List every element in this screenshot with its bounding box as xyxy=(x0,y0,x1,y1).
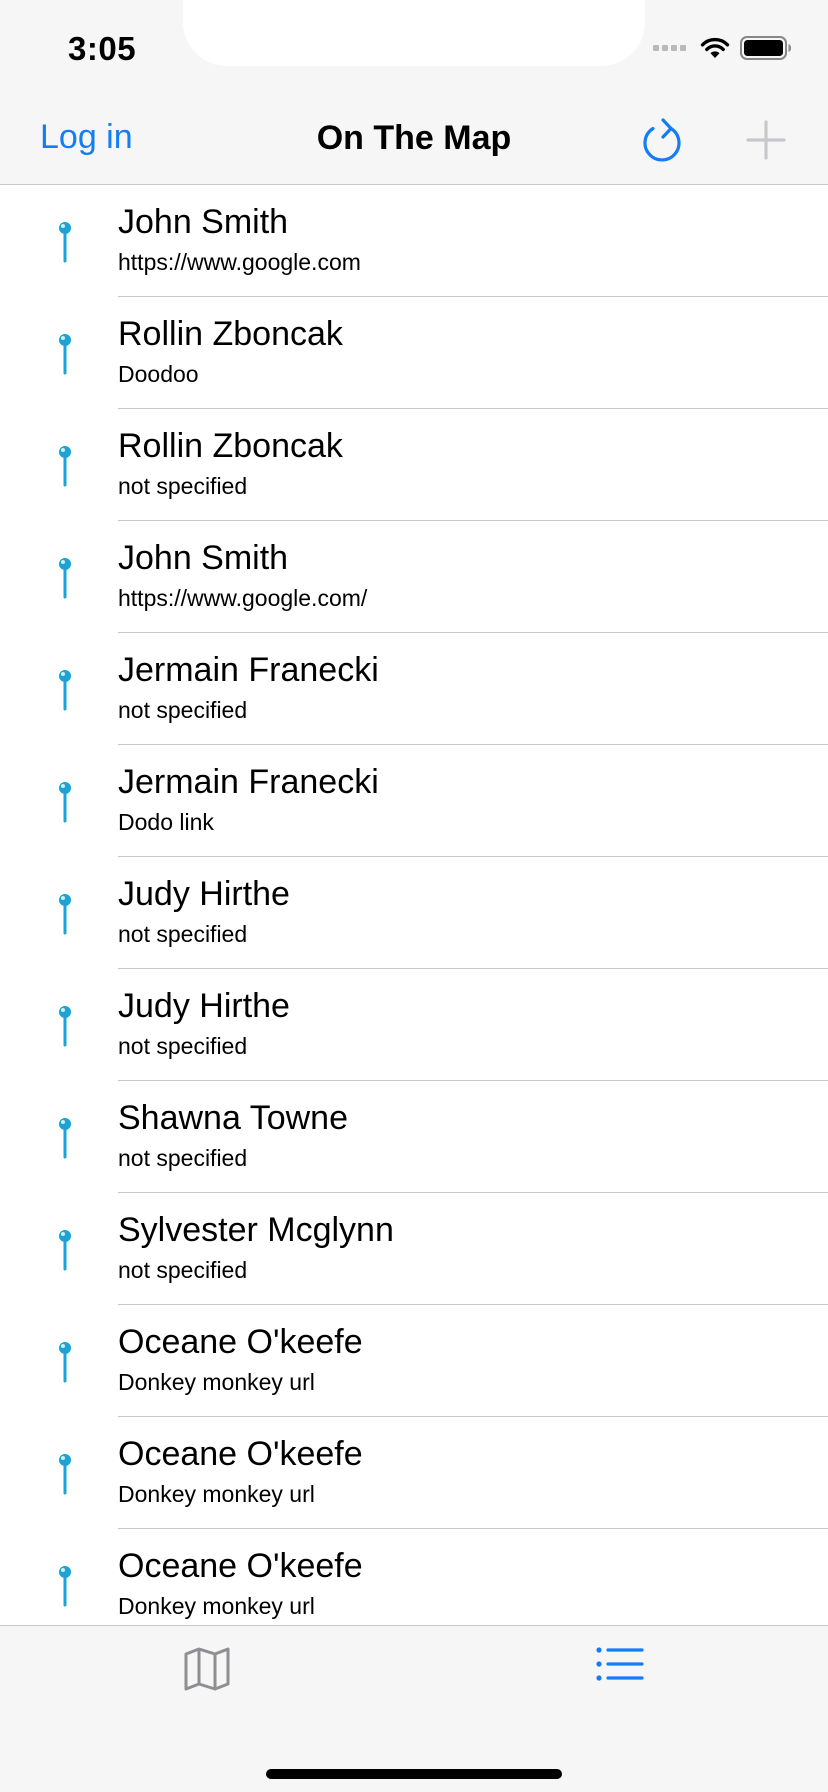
map-pin-icon xyxy=(54,1115,76,1159)
student-name: Oceane O'keefe xyxy=(118,1323,363,1361)
list-item[interactable]: Oceane O'keefe Donkey monkey url xyxy=(0,1529,828,1625)
student-link: not specified xyxy=(118,473,248,499)
student-link: not specified xyxy=(118,1257,248,1283)
student-name: John Smith xyxy=(118,203,289,241)
status-indicators xyxy=(653,36,792,60)
student-link: https://www.google.com/ xyxy=(118,585,368,611)
cellular-signal-icon xyxy=(653,45,686,51)
student-link: Dodo link xyxy=(118,809,214,835)
top-bar: 3:05 Log in On The Map xyxy=(0,0,828,185)
student-name: Jermain Franecki xyxy=(118,651,379,689)
home-indicator[interactable] xyxy=(266,1769,562,1779)
student-list: John Smith https://www.google.com Rollin Z… xyxy=(0,185,828,1625)
list-item[interactable]: Rollin Zboncak not specified xyxy=(0,409,828,521)
student-name: Judy Hirthe xyxy=(118,987,290,1025)
status-time: 3:05 xyxy=(68,30,137,67)
student-name: Sylvester Mcglynn xyxy=(118,1211,394,1249)
tab-bar xyxy=(0,1625,828,1792)
map-pin-icon xyxy=(54,1227,76,1271)
student-name: Oceane O'keefe xyxy=(118,1547,363,1585)
student-name: Oceane O'keefe xyxy=(118,1435,363,1473)
device-notch xyxy=(183,0,645,66)
student-link: Donkey monkey url xyxy=(118,1369,315,1395)
student-link: not specified xyxy=(118,1145,248,1171)
refresh-icon[interactable] xyxy=(640,112,688,166)
student-name: John Smith xyxy=(118,539,289,577)
map-pin-icon xyxy=(54,1003,76,1047)
list-item[interactable]: Judy Hirthe not specified xyxy=(0,857,828,969)
student-name: Rollin Zboncak xyxy=(118,427,343,465)
map-pin-icon xyxy=(54,1563,76,1607)
map-pin-icon xyxy=(54,891,76,935)
list-item[interactable]: Oceane O'keefe Donkey monkey url xyxy=(0,1305,828,1417)
student-name: Shawna Towne xyxy=(118,1099,348,1137)
list-item[interactable]: John Smith https://www.google.com xyxy=(0,185,828,297)
list-item[interactable]: Rollin Zboncak Doodoo xyxy=(0,297,828,409)
student-name: Rollin Zboncak xyxy=(118,315,343,353)
student-link: not specified xyxy=(118,697,248,723)
battery-icon xyxy=(740,36,791,60)
map-pin-icon xyxy=(54,1339,76,1383)
student-link: https://www.google.com xyxy=(118,249,361,275)
student-link: Donkey monkey url xyxy=(118,1593,315,1619)
page-title: On The Map xyxy=(316,119,512,157)
screen: 3:05 Log in On The Map John Smith https:… xyxy=(0,0,828,1792)
map-icon[interactable] xyxy=(183,1646,231,1692)
student-link: Doodoo xyxy=(118,361,199,387)
map-pin-icon xyxy=(54,219,76,263)
list-item[interactable]: Oceane O'keefe Donkey monkey url xyxy=(0,1417,828,1529)
list-icon[interactable] xyxy=(596,1646,644,1682)
plus-icon[interactable] xyxy=(746,120,786,160)
map-pin-icon xyxy=(54,667,76,711)
list-item[interactable]: John Smith https://www.google.com/ xyxy=(0,521,828,633)
map-pin-icon xyxy=(54,1451,76,1495)
list-item[interactable]: Jermain Franecki Dodo link xyxy=(0,745,828,857)
map-pin-icon xyxy=(54,443,76,487)
list-item[interactable]: Jermain Franecki not specified xyxy=(0,633,828,745)
student-link: not specified xyxy=(118,921,248,947)
list-item[interactable]: Judy Hirthe not specified xyxy=(0,969,828,1081)
map-pin-icon xyxy=(54,779,76,823)
list-item[interactable]: Sylvester Mcglynn not specified xyxy=(0,1193,828,1305)
map-pin-icon xyxy=(54,555,76,599)
student-name: Judy Hirthe xyxy=(118,875,290,913)
list-item[interactable]: Shawna Towne not specified xyxy=(0,1081,828,1193)
student-name: Jermain Franecki xyxy=(118,763,379,801)
student-link: not specified xyxy=(118,1033,248,1059)
wifi-icon xyxy=(700,37,730,58)
student-link: Donkey monkey url xyxy=(118,1481,315,1507)
map-pin-icon xyxy=(54,331,76,375)
